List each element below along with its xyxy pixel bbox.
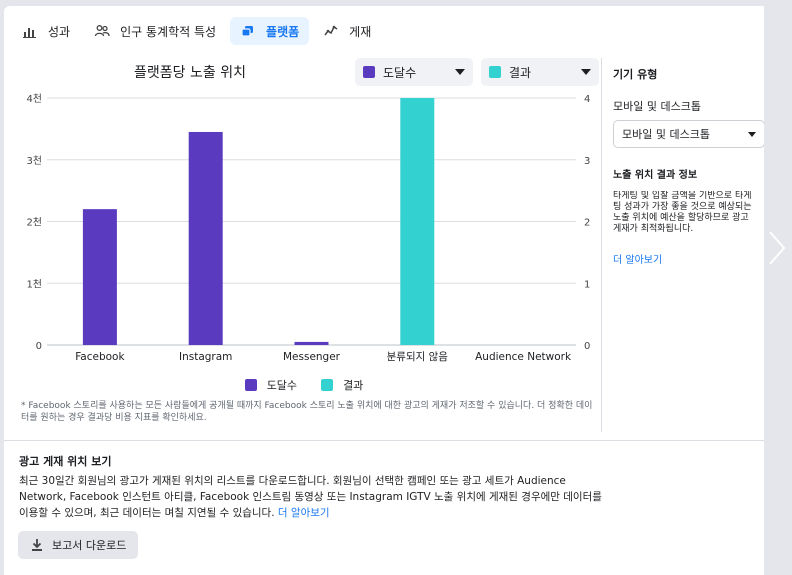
placement-info-text: 타게팅 및 입찰 금액을 기반으로 타게 팅 성과가 가장 좋을 것으로 예상되… — [613, 191, 764, 235]
left-axis-tick: 4천 — [26, 93, 42, 105]
info-line: 노출 위치에 예산을 할당하므로 광고 — [613, 213, 749, 223]
right-axis-tick: 2 — [584, 218, 590, 229]
device-type-dropdown[interactable]: 모바일 및 데스크톱 — [613, 120, 764, 148]
legend-item-reach[interactable]: 도달수 — [244, 377, 298, 393]
bar-reach — [188, 131, 223, 345]
stories-note: * Facebook 스토리를 사용하는 모든 사람들에게 공개될 때까지 Fa… — [21, 401, 593, 423]
placement-report-title: 광고 게재 위치 보기 — [19, 455, 112, 468]
right-axis-tick: 3 — [584, 156, 590, 167]
caret-down-icon — [748, 131, 756, 137]
device-type-heading: 기기 유형 — [613, 68, 658, 81]
category-label: Messenger — [283, 351, 341, 363]
legend-item-results[interactable]: 결과 — [321, 377, 363, 393]
download-icon — [32, 539, 42, 551]
platform-bar-chart: 0 0 1천 1 2천 2 3천 3 4천 4 Facebook Instagram Messenger… — [26, 93, 590, 363]
learn-more-link[interactable]: 더 알아보기 — [613, 251, 764, 266]
bar-results — [400, 98, 435, 345]
category-label: Facebook — [75, 351, 125, 363]
chart-legend: 도달수 결과 — [4, 377, 604, 393]
left-axis-tick: 3천 — [26, 155, 42, 167]
report-learn-more-link[interactable]: 더 알아보기 — [278, 507, 330, 519]
info-line: 팅 성과가 가장 좋을 것으로 예상되는 — [613, 202, 752, 212]
left-axis-tick: 2천 — [26, 217, 42, 229]
device-type-value: 모바일 및 데스크톱 — [622, 128, 710, 141]
right-axis-tick: 1 — [584, 279, 590, 290]
legend-swatch — [321, 379, 334, 391]
bar-reach — [294, 341, 329, 345]
info-line: 게재가 최적화됩니다. — [613, 224, 694, 234]
category-label: Instagram — [179, 351, 232, 363]
category-label: Audience Network — [475, 351, 572, 363]
right-panel: 기기 유형 모바일 및 데스크톱 모바일 및 데스크톱 노출 위치 결과 정보 … — [613, 66, 764, 266]
download-report-button[interactable]: 보고서 다운로드 — [18, 531, 139, 559]
category-label: 분류되지 않음 — [387, 351, 449, 363]
right-axis-tick: 0 — [584, 341, 590, 352]
left-axis-tick: 0 — [36, 341, 42, 352]
right-axis-tick: 4 — [584, 94, 590, 105]
bar-reach — [82, 209, 117, 345]
legend-label: 결과 — [343, 379, 364, 392]
legend-label: 도달수 — [266, 379, 298, 392]
placement-report-text: 최근 30일간 회원님의 광고가 게재된 위치의 리스트를 다운로드합니다. 회… — [19, 473, 604, 521]
chevron-right-icon[interactable] — [766, 228, 788, 268]
download-label: 보고서 다운로드 — [52, 539, 127, 552]
divider — [4, 440, 764, 441]
divider — [601, 58, 602, 432]
device-type-label: 모바일 및 데스크톱 — [613, 100, 701, 113]
legend-swatch — [244, 379, 257, 391]
insights-panel: 성과 인구 통계학적 특성 플랫폼 게재 플랫폼당 노출 위치 도달수 결과 0… — [4, 6, 764, 575]
placement-info-heading: 노출 위치 결과 정보 — [613, 170, 698, 181]
info-line: 타게팅 및 입찰 금액을 기반으로 타게 — [613, 191, 752, 201]
left-axis-tick: 1천 — [26, 278, 42, 290]
